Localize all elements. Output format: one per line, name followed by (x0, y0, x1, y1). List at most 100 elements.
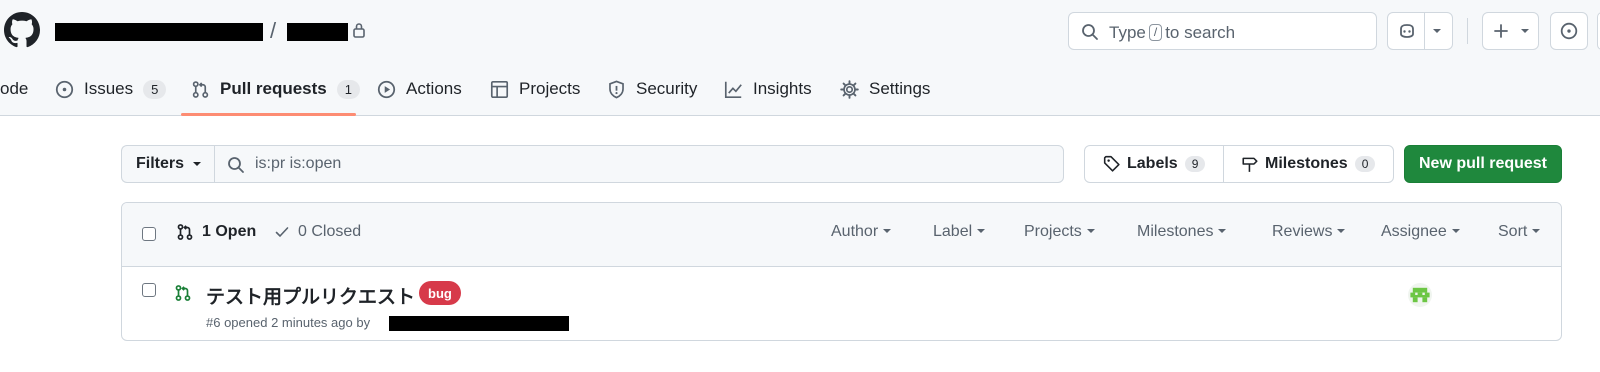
breadcrumb-separator: / (270, 18, 277, 43)
search-shortcut-key: / (1148, 24, 1163, 41)
identicon-icon (1410, 287, 1430, 303)
author-filter-label: Author (831, 223, 879, 240)
bug-label[interactable]: bug (419, 281, 461, 305)
row-checkbox[interactable] (142, 283, 156, 297)
git-pull-request-icon (177, 224, 193, 240)
table-icon (490, 80, 509, 98)
lock-icon (353, 23, 365, 38)
labels-button[interactable]: Labels 9 (1103, 146, 1206, 182)
open-filter-link[interactable]: 1 Open (176, 223, 256, 241)
search-icon (1082, 24, 1098, 40)
filters-label: Filters (136, 155, 185, 172)
tab-security-label: Security (636, 79, 698, 98)
chevron-down-icon (1086, 229, 1095, 233)
chevron-down-icon (193, 162, 202, 166)
milestone-icon (1242, 157, 1258, 172)
tab-insights[interactable]: Insights (724, 76, 812, 102)
open-count-label: 1 Open (202, 223, 257, 240)
chevron-down-icon (1218, 229, 1227, 233)
labels-count: 9 (1184, 156, 1206, 172)
active-tab-indicator (181, 113, 356, 116)
header-divider (1467, 18, 1468, 44)
author-filter[interactable]: Author (831, 223, 892, 241)
tab-projects-label: Projects (519, 79, 581, 98)
tab-issues[interactable]: Issues 5 (55, 76, 167, 102)
assignee-filter-label: Assignee (1381, 223, 1447, 240)
issue-opened-icon (55, 80, 74, 98)
github-logo-icon[interactable] (4, 12, 40, 48)
repo-owner-redacted[interactable] (55, 23, 263, 41)
projects-filter-label: Projects (1024, 223, 1082, 240)
sort-filter[interactable]: Sort (1498, 223, 1541, 241)
tab-actions-label: Actions (406, 79, 462, 98)
tab-insights-label: Insights (753, 79, 812, 98)
milestones-button[interactable]: Milestones 0 (1241, 146, 1376, 182)
closed-filter-link[interactable]: 0 Closed (274, 223, 361, 241)
projects-filter[interactable]: Projects (1024, 223, 1095, 241)
copilot-button[interactable] (1387, 12, 1453, 50)
tab-issues-label: Issues (84, 79, 134, 98)
repo-name-redacted[interactable] (287, 23, 348, 41)
issue-opened-icon (1560, 22, 1578, 40)
create-new-button[interactable] (1482, 12, 1539, 50)
chevron-down-icon (1521, 29, 1529, 33)
chevron-down-icon (1451, 229, 1460, 233)
chevron-down-icon (883, 229, 892, 233)
chevron-down-icon (1337, 229, 1346, 233)
list-header: 1 Open 0 Closed Author Label Projects Mi… (122, 203, 1561, 267)
tab-code[interactable]: ode (0, 76, 28, 102)
tab-pull-requests[interactable]: Pull requests 1 (191, 76, 360, 102)
select-all-checkbox[interactable] (142, 227, 156, 241)
chevron-down-icon (977, 229, 986, 233)
graph-icon (724, 81, 742, 98)
tab-pull-requests-label: Pull requests (220, 79, 327, 98)
milestones-label: Milestones (1265, 155, 1348, 172)
git-pull-request-icon (192, 80, 209, 98)
milestones-filter[interactable]: Milestones (1137, 223, 1227, 241)
tab-settings[interactable]: Settings (840, 76, 930, 102)
gear-icon (840, 79, 859, 99)
tab-code-label: ode (0, 79, 29, 98)
issues-count: 5 (143, 79, 167, 99)
pull-request-title-link[interactable]: テスト用プルリクエスト (206, 282, 415, 309)
reviews-filter[interactable]: Reviews (1272, 223, 1346, 241)
pull-request-meta: #6 opened 2 minutes ago by (206, 315, 371, 330)
tab-settings-label: Settings (869, 79, 931, 98)
pr-search-input[interactable]: is:pr is:open (214, 145, 1064, 183)
copilot-divider (1424, 13, 1425, 49)
global-search-input[interactable]: Type / to search (1068, 12, 1377, 50)
search-icon (228, 157, 244, 173)
sort-filter-label: Sort (1498, 223, 1528, 240)
play-icon (377, 80, 396, 98)
label-filter[interactable]: Label (933, 223, 986, 241)
assignee-filter[interactable]: Assignee (1381, 223, 1460, 241)
labels-milestones-divider (1223, 146, 1224, 182)
search-placeholder: Type / to search (1109, 23, 1236, 42)
labels-milestones-group: Labels 9 Milestones 0 (1084, 145, 1394, 183)
check-icon (275, 227, 289, 238)
plus-icon (1494, 24, 1508, 38)
chevron-down-icon (1532, 229, 1541, 233)
pull-requests-count: 1 (336, 79, 360, 99)
label-filter-label: Label (933, 223, 973, 240)
tab-security[interactable]: Security (607, 76, 697, 102)
filters-button[interactable]: Filters (121, 145, 215, 183)
new-pull-request-button[interactable]: New pull request (1404, 145, 1562, 183)
pr-search-value: is:pr is:open (255, 155, 342, 172)
tag-icon (1103, 155, 1120, 172)
assignee-avatar[interactable] (1408, 283, 1432, 307)
chevron-down-icon[interactable] (1433, 29, 1441, 33)
repo-header: / Type / to search ode Issues 5 Pull req… (0, 0, 1600, 116)
tab-projects[interactable]: Projects (490, 76, 580, 102)
milestones-count: 0 (1354, 156, 1376, 172)
pull-request-list: 1 Open 0 Closed Author Label Projects Mi… (121, 202, 1562, 341)
reviews-filter-label: Reviews (1272, 223, 1333, 240)
author-name-redacted[interactable] (389, 316, 569, 331)
tab-actions[interactable]: Actions (377, 76, 462, 102)
closed-count-label: 0 Closed (298, 223, 362, 240)
git-pull-request-open-icon (175, 285, 191, 301)
milestones-filter-label: Milestones (1137, 223, 1214, 240)
labels-label: Labels (1127, 155, 1178, 172)
issues-button[interactable] (1550, 12, 1588, 50)
shield-icon (609, 80, 624, 98)
